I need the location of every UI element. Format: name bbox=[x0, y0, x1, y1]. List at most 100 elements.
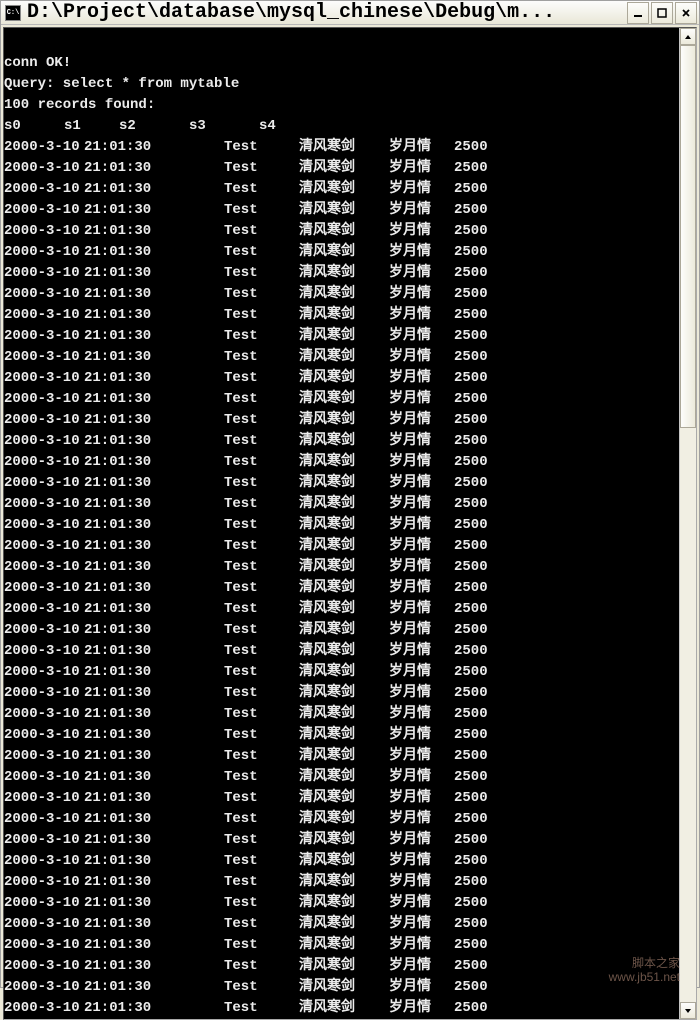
cell-date: 2000-3-10 bbox=[4, 158, 84, 179]
cell-time: 21:01:30 bbox=[84, 305, 224, 326]
cell-s4a: 岁月情 bbox=[389, 662, 454, 683]
minimize-icon bbox=[633, 8, 643, 18]
cell-s4b: 2500 bbox=[454, 242, 499, 263]
cell-s3: 清风寒剑 bbox=[299, 347, 389, 368]
cell-s4b: 2500 bbox=[454, 368, 499, 389]
cell-s4a: 岁月情 bbox=[389, 935, 454, 956]
cell-s3: 清风寒剑 bbox=[299, 683, 389, 704]
cell-s4a: 岁月情 bbox=[389, 305, 454, 326]
header-s2: s2 bbox=[119, 116, 189, 137]
cell-s2: Test bbox=[224, 368, 299, 389]
cell-date: 2000-3-10 bbox=[4, 725, 84, 746]
table-row: 2000-3-1021:01:30Test清风寒剑岁月情2500 bbox=[4, 893, 677, 914]
vertical-scrollbar[interactable] bbox=[679, 28, 696, 1019]
scrollbar-track[interactable] bbox=[680, 45, 696, 1002]
count-line: 100 records found: bbox=[4, 95, 677, 116]
cell-s4a: 岁月情 bbox=[389, 725, 454, 746]
cell-s4b: 2500 bbox=[454, 347, 499, 368]
cell-s2: Test bbox=[224, 347, 299, 368]
table-row: 2000-3-1021:01:30Test清风寒剑岁月情2500 bbox=[4, 326, 677, 347]
scroll-down-button[interactable] bbox=[680, 1002, 696, 1019]
cell-time: 21:01:30 bbox=[84, 242, 224, 263]
cell-s2: Test bbox=[224, 872, 299, 893]
header-s4: s4 bbox=[259, 116, 276, 137]
maximize-button[interactable] bbox=[651, 2, 673, 24]
cell-s4a: 岁月情 bbox=[389, 263, 454, 284]
cell-time: 21:01:30 bbox=[84, 410, 224, 431]
cell-s4b: 2500 bbox=[454, 578, 499, 599]
cell-s4a: 岁月情 bbox=[389, 347, 454, 368]
cell-s2: Test bbox=[224, 809, 299, 830]
cell-s4b: 2500 bbox=[454, 914, 499, 935]
scrollbar-thumb[interactable] bbox=[680, 45, 696, 428]
cell-s2: Test bbox=[224, 956, 299, 977]
table-row: 2000-3-1021:01:30Test清风寒剑岁月情2500 bbox=[4, 515, 677, 536]
table-row: 2000-3-1021:01:30Test清风寒剑岁月情2500 bbox=[4, 410, 677, 431]
cell-time: 21:01:30 bbox=[84, 452, 224, 473]
cell-s3: 清风寒剑 bbox=[299, 410, 389, 431]
cell-time: 21:01:30 bbox=[84, 599, 224, 620]
cell-s3: 清风寒剑 bbox=[299, 704, 389, 725]
cell-s3: 清风寒剑 bbox=[299, 725, 389, 746]
cell-s4b: 2500 bbox=[454, 410, 499, 431]
cell-time: 21:01:30 bbox=[84, 179, 224, 200]
cell-date: 2000-3-10 bbox=[4, 515, 84, 536]
cell-date: 2000-3-10 bbox=[4, 557, 84, 578]
cell-s4b: 2500 bbox=[454, 221, 499, 242]
cell-s3: 清风寒剑 bbox=[299, 956, 389, 977]
cell-s2: Test bbox=[224, 620, 299, 641]
cell-s4b: 2500 bbox=[454, 872, 499, 893]
cell-s4a: 岁月情 bbox=[389, 956, 454, 977]
cell-time: 21:01:30 bbox=[84, 914, 224, 935]
table-row: 2000-3-1021:01:30Test清风寒剑岁月情2500 bbox=[4, 578, 677, 599]
cell-date: 2000-3-10 bbox=[4, 452, 84, 473]
close-button[interactable] bbox=[675, 2, 697, 24]
cell-s2: Test bbox=[224, 242, 299, 263]
cell-s2: Test bbox=[224, 536, 299, 557]
cell-s3: 清风寒剑 bbox=[299, 662, 389, 683]
cell-date: 2000-3-10 bbox=[4, 494, 84, 515]
cell-s3: 清风寒剑 bbox=[299, 599, 389, 620]
cell-s2: Test bbox=[224, 200, 299, 221]
cell-s3: 清风寒剑 bbox=[299, 326, 389, 347]
cell-s4b: 2500 bbox=[454, 389, 499, 410]
cell-s4a: 岁月情 bbox=[389, 389, 454, 410]
cell-s4b: 2500 bbox=[454, 620, 499, 641]
table-row: 2000-3-1021:01:30Test清风寒剑岁月情2500 bbox=[4, 305, 677, 326]
cell-s4a: 岁月情 bbox=[389, 620, 454, 641]
cell-s4a: 岁月情 bbox=[389, 704, 454, 725]
cell-s3: 清风寒剑 bbox=[299, 221, 389, 242]
cell-s4b: 2500 bbox=[454, 851, 499, 872]
cell-date: 2000-3-10 bbox=[4, 788, 84, 809]
cell-time: 21:01:30 bbox=[84, 956, 224, 977]
table-row: 2000-3-1021:01:30Test清风寒剑岁月情2500 bbox=[4, 263, 677, 284]
minimize-button[interactable] bbox=[627, 2, 649, 24]
cell-s2: Test bbox=[224, 725, 299, 746]
status-line: conn OK! bbox=[4, 53, 677, 74]
scroll-up-button[interactable] bbox=[680, 28, 696, 45]
chevron-up-icon bbox=[684, 33, 692, 41]
cell-s3: 清风寒剑 bbox=[299, 473, 389, 494]
cell-s2: Test bbox=[224, 263, 299, 284]
cell-date: 2000-3-10 bbox=[4, 830, 84, 851]
cell-s4b: 2500 bbox=[454, 935, 499, 956]
table-row: 2000-3-1021:01:30Test清风寒剑岁月情2500 bbox=[4, 221, 677, 242]
cell-date: 2000-3-10 bbox=[4, 851, 84, 872]
cell-s4a: 岁月情 bbox=[389, 557, 454, 578]
cell-s4b: 2500 bbox=[454, 725, 499, 746]
table-row: 2000-3-1021:01:30Test清风寒剑岁月情2500 bbox=[4, 746, 677, 767]
cell-s3: 清风寒剑 bbox=[299, 998, 389, 1019]
cell-s3: 清风寒剑 bbox=[299, 851, 389, 872]
cell-date: 2000-3-10 bbox=[4, 662, 84, 683]
cell-date: 2000-3-10 bbox=[4, 620, 84, 641]
cell-s3: 清风寒剑 bbox=[299, 578, 389, 599]
cell-s2: Test bbox=[224, 746, 299, 767]
cell-s4a: 岁月情 bbox=[389, 284, 454, 305]
cell-s4a: 岁月情 bbox=[389, 683, 454, 704]
cell-time: 21:01:30 bbox=[84, 809, 224, 830]
cell-s4a: 岁月情 bbox=[389, 494, 454, 515]
cell-time: 21:01:30 bbox=[84, 263, 224, 284]
cell-s4a: 岁月情 bbox=[389, 221, 454, 242]
titlebar[interactable]: C:\ D:\Project\database\mysql_chinese\De… bbox=[1, 1, 699, 25]
cell-s4b: 2500 bbox=[454, 326, 499, 347]
